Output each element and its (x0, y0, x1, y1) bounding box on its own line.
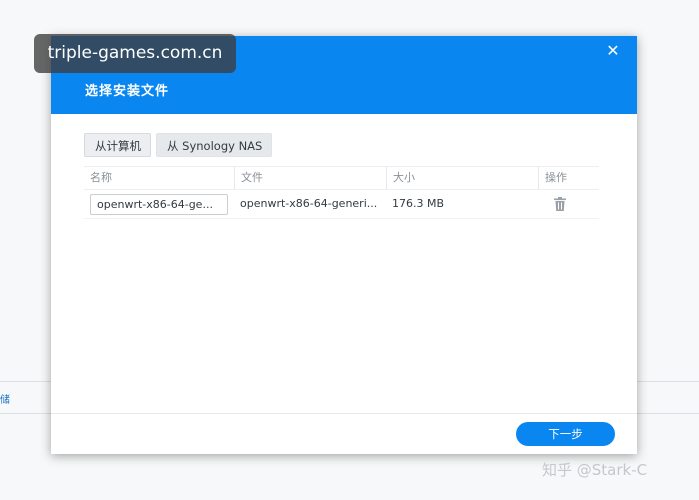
select-install-file-dialog: 选择安装文件 ✕ 从计算机 从 Synology NAS 名称 文件 大小 操作… (51, 36, 637, 454)
table-row[interactable]: openwrt-x86-64-ge... openwrt-x86-64-gene… (84, 190, 599, 219)
dialog-title: 选择安装文件 (85, 84, 170, 99)
column-header-action: 操作 (538, 167, 599, 189)
action-cell (538, 190, 599, 218)
tab-from-computer[interactable]: 从计算机 (84, 133, 151, 157)
column-header-name[interactable]: 名称 (84, 167, 234, 189)
next-button[interactable]: 下一步 (516, 422, 615, 446)
close-icon[interactable]: ✕ (603, 41, 623, 61)
file-table: 名称 文件 大小 操作 openwrt-x86-64-ge... openwrt… (84, 166, 599, 219)
table-header: 名称 文件 大小 操作 (84, 166, 599, 190)
dialog-footer: 下一步 (51, 413, 637, 454)
watermark-site-label: triple-games.com.cn (34, 34, 236, 73)
column-header-size[interactable]: 大小 (386, 167, 538, 189)
tab-from-synology-nas[interactable]: 从 Synology NAS (156, 133, 272, 157)
column-header-file[interactable]: 文件 (234, 167, 386, 189)
trash-icon[interactable] (552, 196, 568, 212)
package-name-input[interactable]: openwrt-x86-64-ge... (90, 194, 228, 215)
name-cell: openwrt-x86-64-ge... (84, 190, 234, 218)
size-cell: 176.3 MB (392, 197, 445, 210)
watermark-author-label: 知乎 @Stark-C (542, 461, 648, 479)
background-side-label: 储 (0, 395, 10, 406)
file-cell: openwrt-x86-64-generi... (240, 197, 378, 210)
